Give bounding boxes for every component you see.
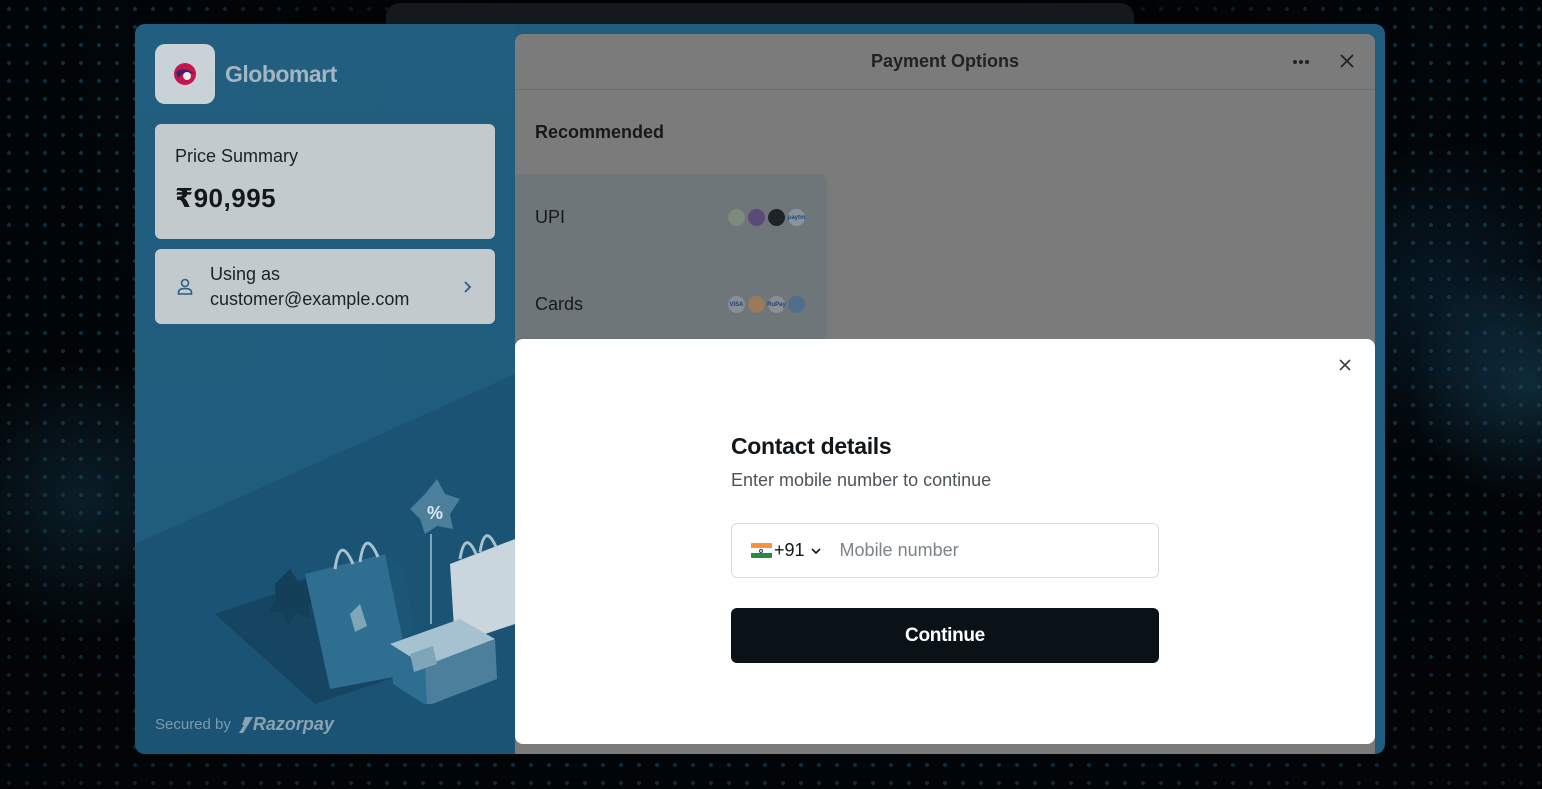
recommended-heading: Recommended [535, 122, 665, 142]
merchant-panel: Globomart Price Summary ₹90,995 Using as… [135, 24, 515, 754]
user-email: customer@example.com [210, 288, 410, 309]
payment-method-label: UPI [535, 207, 566, 227]
mastercard-icon [748, 296, 765, 313]
close-checkout-icon[interactable] [1337, 51, 1357, 71]
rupay-icon: RuPay [767, 296, 786, 313]
merchant-name: Globomart [225, 60, 337, 87]
card-network-logos: VISA RuPay [728, 296, 805, 313]
modal-subtitle: Enter mobile number to continue [731, 470, 992, 490]
phonepe-icon [748, 209, 765, 226]
modal-title: Contact details [731, 433, 892, 459]
diners-icon [788, 296, 805, 313]
mobile-number-input[interactable] [839, 524, 1158, 577]
globomart-logo-icon [174, 63, 196, 85]
gpay-icon [728, 209, 745, 226]
more-horizontal-icon [1293, 60, 1309, 64]
secured-by-label: Secured by [155, 716, 231, 733]
secured-by-footer: Secured by Razorpay [155, 714, 334, 735]
price-amount: ₹90,995 [175, 183, 277, 213]
chevron-right-icon [464, 280, 472, 293]
user-label: Using as [210, 263, 281, 284]
price-summary-title: Price Summary [175, 146, 299, 166]
upi-app-logos: paytm [728, 209, 805, 226]
country-code-selector[interactable]: +91 [751, 540, 822, 561]
contact-details-modal: Contact details Enter mobile number to c… [515, 339, 1375, 744]
phone-field: +91 [731, 523, 1159, 578]
payment-method-label: Cards [535, 294, 584, 314]
payment-methods-list: UPI paytm Cards VISA RuPay [515, 174, 827, 344]
razorpay-icon [238, 716, 253, 733]
merchant-logo [155, 44, 215, 104]
payment-options-title: Payment Options [870, 51, 1020, 71]
contact-form: Contact details Enter mobile number to c… [731, 433, 1159, 663]
continue-button[interactable]: Continue [731, 608, 1159, 663]
payment-method-cards[interactable]: Cards VISA RuPay [515, 261, 827, 348]
close-modal-icon[interactable] [1335, 355, 1355, 375]
chevron-down-icon [810, 547, 821, 554]
payment-method-upi[interactable]: UPI paytm [515, 174, 827, 261]
razorpay-wordmark: Razorpay [252, 714, 334, 734]
merchant-brand: Globomart [155, 44, 337, 104]
country-code: +91 [774, 540, 805, 560]
payment-options-header: Payment Options [515, 34, 1375, 90]
price-summary-card: Price Summary ₹90,995 [155, 124, 495, 239]
more-options-button[interactable] [1289, 52, 1313, 72]
visa-icon: VISA [728, 296, 745, 313]
bhim-icon [768, 209, 785, 226]
user-account-card[interactable]: Using as customer@example.com [155, 249, 495, 324]
user-info: Using as customer@example.com [210, 262, 459, 312]
svg-text:%: % [427, 503, 443, 523]
shopping-illustration: % [215, 479, 515, 704]
india-flag-icon [751, 543, 772, 558]
paytm-icon: paytm [788, 209, 805, 226]
razorpay-logo: Razorpay [238, 714, 334, 735]
user-icon [177, 278, 193, 295]
